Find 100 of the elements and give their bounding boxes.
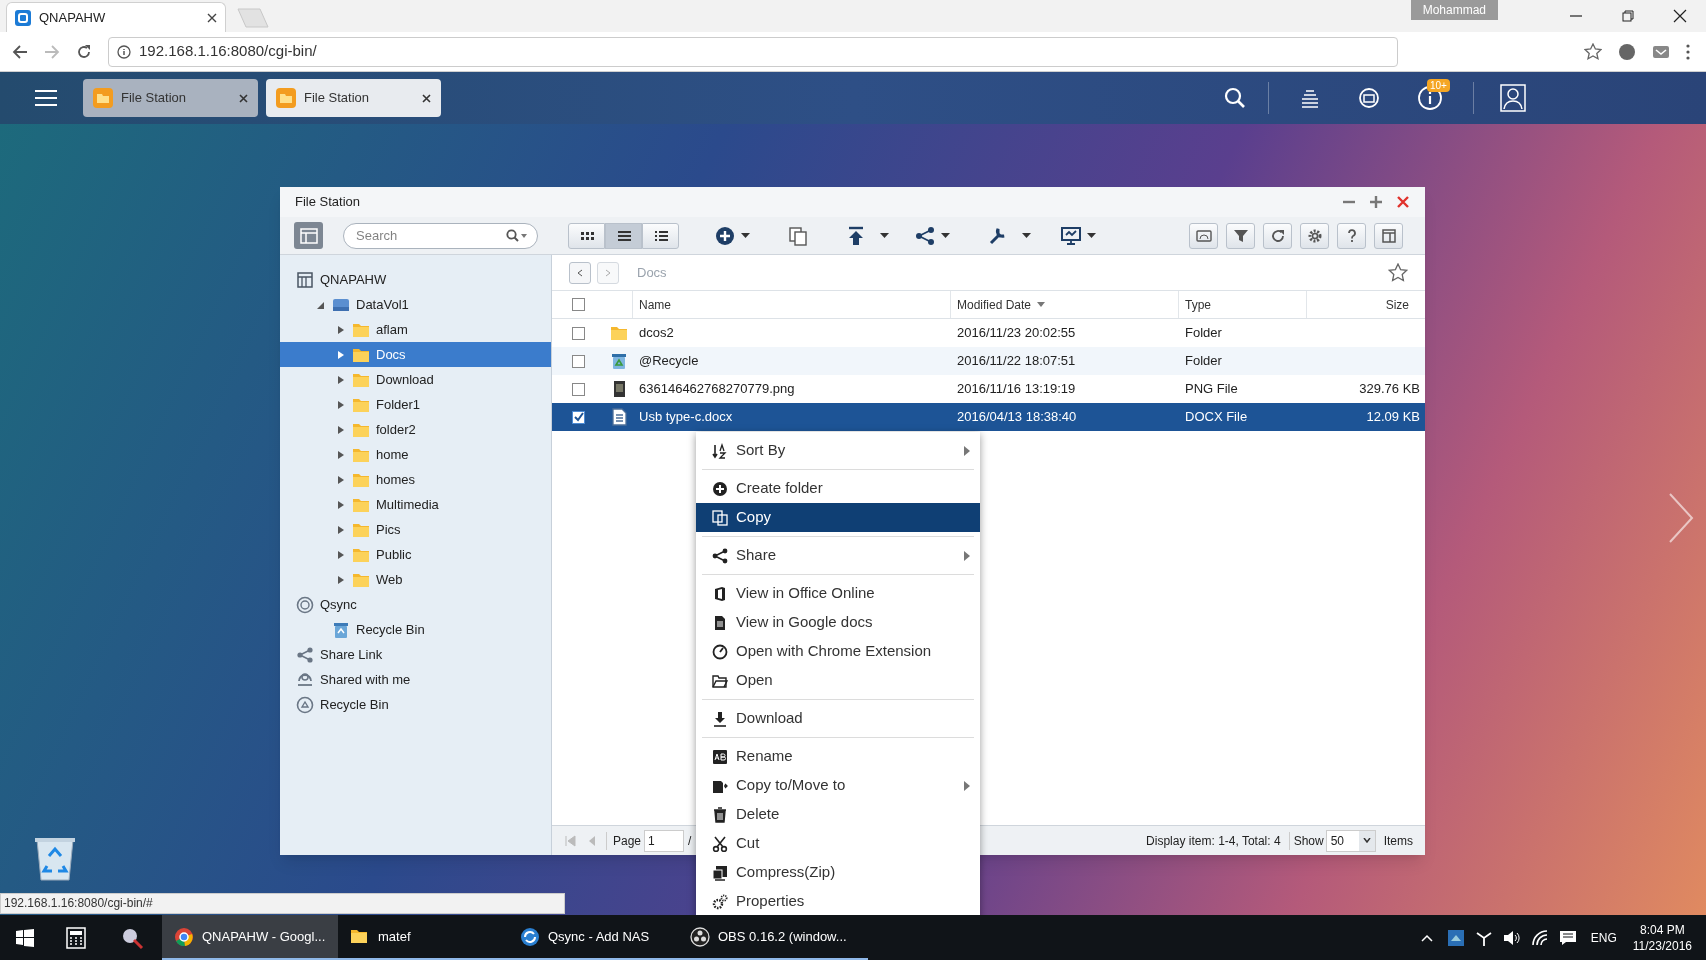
back-icon[interactable]: [12, 43, 28, 60]
expand-icon[interactable]: [336, 399, 346, 410]
cast-button[interactable]: [1189, 222, 1218, 249]
menu-item[interactable]: View in Office Online: [696, 579, 980, 608]
create-button[interactable]: [715, 225, 750, 246]
tree-item[interactable]: Web: [280, 567, 551, 592]
expand-icon[interactable]: [336, 474, 346, 485]
row-checkbox[interactable]: [572, 410, 585, 424]
chevron-up-icon[interactable]: [1420, 933, 1433, 942]
upload-button[interactable]: [846, 225, 866, 246]
caret-icon[interactable]: [880, 233, 889, 238]
per-page-select[interactable]: 50: [1325, 829, 1376, 852]
tree-item[interactable]: Docs: [280, 342, 551, 367]
tree-item[interactable]: Shared with me: [280, 667, 551, 692]
maximize-icon[interactable]: [1369, 195, 1383, 209]
favorite-star-icon[interactable]: [1388, 262, 1408, 283]
expand-icon[interactable]: [336, 324, 346, 335]
notification-icon[interactable]: [1558, 929, 1577, 946]
menu-item[interactable]: View in Google docs: [696, 608, 980, 637]
settings-button[interactable]: [1300, 222, 1329, 249]
app-tray-icon[interactable]: [1446, 928, 1465, 947]
menu-item[interactable]: Delete: [696, 800, 980, 829]
clock-date[interactable]: 11/23/2016: [1632, 937, 1692, 954]
column-header[interactable]: Size: [1306, 291, 1425, 318]
taskbar-app[interactable]: Qsync - Add NAS: [508, 915, 678, 960]
copy-button[interactable]: [788, 225, 808, 246]
user-icon[interactable]: [1500, 84, 1526, 112]
tree-item[interactable]: Pics: [280, 517, 551, 542]
close-icon[interactable]: [207, 12, 217, 23]
help-button[interactable]: [1337, 222, 1366, 249]
address-field[interactable]: 192.168.1.16:8080/cgi-bin/: [108, 36, 1398, 67]
tree-item[interactable]: Recycle Bin: [280, 692, 551, 717]
column-header[interactable]: Type: [1178, 291, 1306, 318]
tree-item[interactable]: Download: [280, 367, 551, 392]
clock-time[interactable]: 8:04 PM: [1640, 921, 1685, 938]
language-indicator[interactable]: ENG: [1590, 928, 1617, 947]
panel-button[interactable]: [1374, 222, 1403, 249]
sync-icon[interactable]: [1357, 86, 1381, 110]
taskbar-app[interactable]: matef: [338, 915, 508, 960]
refresh-button[interactable]: [1263, 222, 1292, 249]
close-icon[interactable]: [1672, 8, 1688, 24]
app-tab[interactable]: File Station: [266, 79, 441, 117]
bookmark-star-icon[interactable]: [1584, 42, 1602, 61]
column-header[interactable]: Modified Date: [950, 291, 1178, 318]
restore-icon[interactable]: [1620, 8, 1636, 24]
page-field[interactable]: 1: [644, 829, 685, 852]
menu-item[interactable]: Rename: [696, 742, 980, 771]
row-checkbox[interactable]: [572, 382, 585, 396]
view-mode-button[interactable]: [568, 222, 605, 249]
tree-item[interactable]: Multimedia: [280, 492, 551, 517]
tree-item[interactable]: Recycle Bin: [280, 617, 551, 642]
tree-item[interactable]: aflam: [280, 317, 551, 342]
reload-icon[interactable]: [76, 43, 92, 60]
caret-icon[interactable]: [1022, 233, 1031, 238]
remote-mount-button[interactable]: [1061, 225, 1096, 246]
tree-item[interactable]: Qsync: [280, 592, 551, 617]
search-icon[interactable]: [506, 228, 528, 243]
menu-icon[interactable]: [35, 89, 57, 107]
menu-item[interactable]: Create folder: [696, 474, 980, 503]
close-icon[interactable]: [239, 93, 248, 103]
menu-item[interactable]: Compress(Zip): [696, 858, 980, 887]
menu-item[interactable]: Sort By: [696, 436, 980, 465]
browser-tab[interactable]: QNAPAHW: [6, 2, 226, 32]
view-mode-button[interactable]: [605, 222, 642, 249]
menu-icon[interactable]: [1686, 43, 1690, 60]
menu-item[interactable]: Open with Chrome Extension: [696, 637, 980, 666]
select-all-checkbox[interactable]: [572, 298, 585, 311]
tree-item[interactable]: Public: [280, 542, 551, 567]
filter-button[interactable]: [1226, 222, 1255, 249]
menu-item[interactable]: Cut: [696, 829, 980, 858]
menu-item[interactable]: Copy: [696, 503, 980, 532]
menu-item[interactable]: Copy to/Move to: [696, 771, 980, 800]
tree-item[interactable]: home: [280, 442, 551, 467]
menu-item[interactable]: Open: [696, 666, 980, 695]
expand-icon[interactable]: [336, 374, 346, 385]
taskbar-app[interactable]: OBS 0.16.2 (window...: [678, 915, 868, 960]
tree-item[interactable]: Share Link: [280, 642, 551, 667]
tree-item[interactable]: DataVol1: [280, 292, 551, 317]
expand-icon[interactable]: [336, 574, 346, 585]
taskbar-app[interactable]: QNAPAHW - Googl...: [162, 915, 338, 960]
column-header[interactable]: Name: [632, 291, 950, 318]
close-icon[interactable]: [422, 93, 431, 103]
tree-item[interactable]: homes: [280, 467, 551, 492]
volume-icon[interactable]: [1502, 929, 1521, 946]
expand-icon[interactable]: [336, 349, 346, 360]
expand-icon[interactable]: [336, 524, 346, 535]
search-field[interactable]: Search: [343, 222, 538, 249]
wifi-icon[interactable]: [1530, 929, 1549, 946]
tree-item[interactable]: folder2: [280, 417, 551, 442]
stack-icon[interactable]: [1299, 87, 1321, 109]
file-row[interactable]: Usb type-c.docx 2016/04/13 18:38:40 DOCX File 12.09 KB: [552, 403, 1425, 431]
view-mode-button[interactable]: [642, 222, 679, 249]
row-checkbox[interactable]: [572, 354, 585, 368]
search-icon[interactable]: [1224, 87, 1246, 109]
share-button[interactable]: [915, 225, 950, 246]
menu-item[interactable]: Download: [696, 704, 980, 733]
tree-item[interactable]: Folder1: [280, 392, 551, 417]
expand-icon[interactable]: [336, 499, 346, 510]
expand-icon[interactable]: [336, 449, 346, 460]
tree-item[interactable]: QNAPAHW: [280, 267, 551, 292]
